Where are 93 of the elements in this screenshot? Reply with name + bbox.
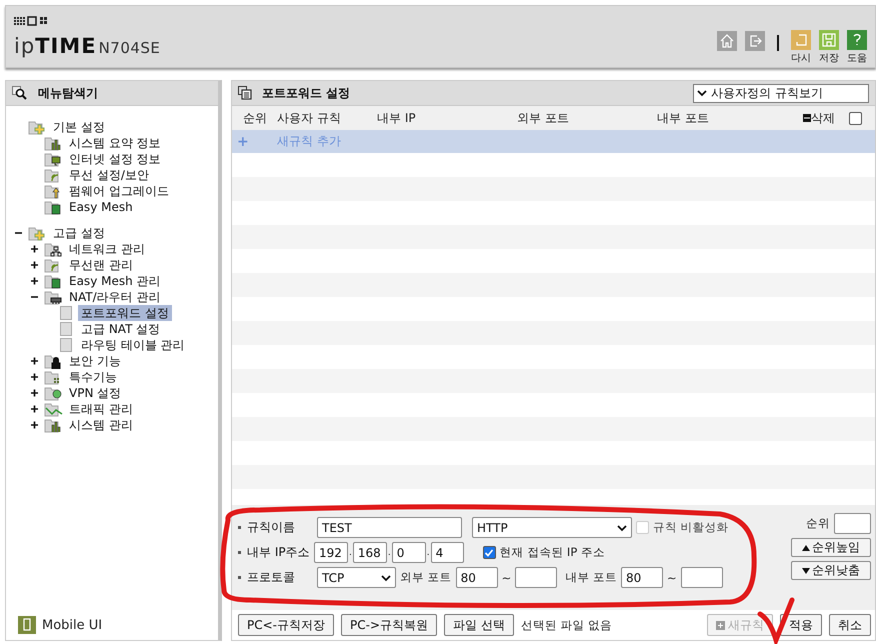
brand-logo: ipTIME <box>14 34 97 58</box>
ip-octet-field[interactable]: 4 <box>430 542 464 563</box>
phone-icon[interactable] <box>18 616 36 634</box>
ip-octet-field[interactable]: 168 <box>352 542 387 563</box>
tool-label: 저장 <box>819 52 839 65</box>
menu-item[interactable]: 고급 NAT 설정 <box>78 321 164 337</box>
file-select-button[interactable]: 파일 선택 <box>444 614 514 636</box>
menu-item[interactable]: 고급 설정 <box>50 225 108 241</box>
move-down-button[interactable]: 순위낮춤 <box>791 561 871 580</box>
checkbox-label: 현재 접속된 IP 주소 <box>500 545 605 560</box>
field-label: 내부 포트 <box>565 570 617 585</box>
menu-item[interactable]: NAT/라우터 관리 <box>66 289 164 305</box>
field-label: 순위 <box>806 516 830 531</box>
column-header: 내부 포트 <box>657 110 710 126</box>
page-icon <box>60 322 72 336</box>
column-header: 사용자 규칙 <box>277 110 342 126</box>
dot-separator: . <box>349 548 352 558</box>
chart-icon <box>44 402 64 416</box>
rule-name-field[interactable]: TEST <box>317 517 462 538</box>
view-dropdown[interactable]: 사용자정의 규칙보기 <box>693 84 869 102</box>
menu-item[interactable]: VPN 설정 <box>66 385 124 401</box>
menu-item[interactable]: 인터넷 설정 정보 <box>66 151 164 167</box>
field-label: 프로토콜 <box>247 569 296 586</box>
menu-item[interactable]: 보안 기능 <box>66 353 124 369</box>
move-up-button[interactable]: 순위높임 <box>791 538 871 557</box>
router-icon <box>44 290 64 304</box>
backup-button[interactable]: PC->규칙복원 <box>341 614 437 636</box>
plus-icon <box>716 620 725 630</box>
protocol-dropdown[interactable]: TCP <box>317 567 396 588</box>
column-header: 삭제 <box>811 110 835 126</box>
checkbox[interactable] <box>482 546 496 559</box>
menu-item[interactable]: 네트워크 관리 <box>66 241 148 257</box>
port-field[interactable]: 80 <box>620 567 663 588</box>
globe-icon <box>44 386 64 400</box>
field-label: 내부 IP주소 <box>247 544 311 561</box>
menu-item[interactable]: Easy Mesh <box>66 199 136 215</box>
column-header: 외부 포트 <box>517 110 570 126</box>
logout-icon[interactable] <box>745 31 765 51</box>
file-status: 선택된 파일 없음 <box>520 618 612 632</box>
bullet-icon <box>238 551 241 554</box>
copy-icon <box>238 86 252 100</box>
chevron-down-icon <box>617 524 627 532</box>
bullet-icon <box>238 526 241 529</box>
menu-item[interactable]: 트래픽 관리 <box>66 401 136 417</box>
checkbox[interactable] <box>849 112 862 124</box>
menu-item[interactable]: 특수기능 <box>66 369 120 385</box>
port-field[interactable]: 80 <box>456 567 498 588</box>
menu-item[interactable]: 포트포워드 설정 <box>78 305 172 321</box>
order-field[interactable] <box>834 513 871 534</box>
menu-item[interactable]: 펌웨어 업그레이드 <box>66 183 172 199</box>
sidebar-title: 메뉴탐색기 <box>38 84 98 102</box>
chevron-down-icon <box>697 89 707 97</box>
bullet-icon <box>238 576 241 579</box>
menu-item[interactable]: 무선 설정/보안 <box>66 167 152 183</box>
field-label: 규칙이름 <box>247 519 296 536</box>
menu-item[interactable]: Easy Mesh 관리 <box>66 273 164 289</box>
ip-octet-field[interactable]: 192 <box>314 542 348 563</box>
chevron-down-icon <box>381 574 391 582</box>
dot-separator: . <box>388 548 391 558</box>
column-header: 내부 IP <box>377 110 417 126</box>
cancel-button[interactable]: 취소 <box>829 614 871 636</box>
help-icon[interactable] <box>847 30 867 50</box>
panel-title: 포트포워드 설정 <box>262 84 350 102</box>
tool-label: 도움 <box>847 52 867 65</box>
menu-item[interactable]: 시스템 요약 정보 <box>66 135 164 151</box>
checkbox-label: 규칙 비활성화 <box>653 520 729 535</box>
field-label: 외부 포트 <box>400 570 452 585</box>
ip-octet-field[interactable]: 0 <box>392 542 426 563</box>
page-icon <box>60 338 72 352</box>
menu-item[interactable]: 기본 설정 <box>50 119 108 135</box>
menu-item[interactable]: 시스템 관리 <box>66 417 136 433</box>
triangle-up-icon <box>802 544 810 550</box>
logo-icon <box>14 16 50 26</box>
backup-button[interactable]: PC<-규칙저장 <box>238 614 334 636</box>
tilde-text: ~ <box>502 570 512 584</box>
port-field[interactable] <box>515 567 558 588</box>
port-field[interactable] <box>680 567 723 588</box>
home-icon[interactable] <box>717 31 737 51</box>
menu-item[interactable]: 라우팅 테이블 관리 <box>78 337 188 353</box>
model-name: N704SE <box>98 38 160 56</box>
column-header: 순위 <box>243 110 268 126</box>
dot-separator: . <box>426 548 430 558</box>
service-dropdown[interactable]: HTTP <box>472 517 632 538</box>
page-icon <box>60 306 72 320</box>
menu-item[interactable]: 무선랜 관리 <box>66 257 136 273</box>
apply-button[interactable]: 적용 <box>780 614 822 636</box>
tilde-text: ~ <box>666 570 677 584</box>
triangle-down-icon <box>802 568 810 574</box>
network-icon <box>44 242 64 256</box>
tool-label: 다시 <box>791 52 811 65</box>
minus-icon <box>803 114 811 122</box>
search-icon <box>12 86 28 100</box>
mobile-ui-link[interactable]: Mobile UI <box>42 618 102 632</box>
